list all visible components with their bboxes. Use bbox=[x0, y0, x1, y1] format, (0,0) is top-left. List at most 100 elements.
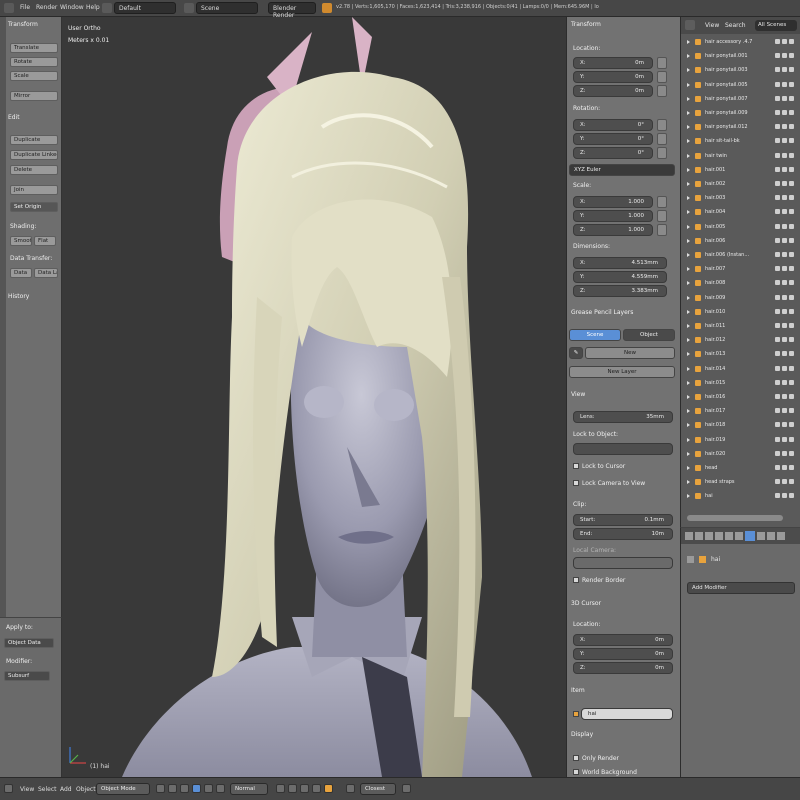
eye-icon[interactable] bbox=[775, 450, 780, 456]
expand-triangle-icon[interactable] bbox=[687, 153, 690, 158]
expand-triangle-icon[interactable] bbox=[687, 437, 690, 442]
visibility-toggles[interactable] bbox=[773, 252, 795, 258]
expand-triangle-icon[interactable] bbox=[687, 182, 690, 186]
camera-icon[interactable] bbox=[789, 223, 794, 229]
dimensions-x-field[interactable]: X: 4.513mm bbox=[573, 257, 667, 269]
visibility-toggles[interactable] bbox=[773, 67, 795, 73]
object-tab-icon[interactable] bbox=[725, 532, 733, 540]
eye-icon[interactable] bbox=[775, 95, 780, 101]
camera-icon[interactable] bbox=[789, 124, 794, 130]
eye-icon[interactable] bbox=[775, 294, 780, 300]
visibility-toggles[interactable] bbox=[773, 152, 795, 159]
eye-icon[interactable] bbox=[775, 53, 780, 59]
layers-tab-icon[interactable] bbox=[695, 532, 703, 540]
menu-view[interactable]: View bbox=[20, 786, 34, 793]
expand-triangle-icon[interactable] bbox=[687, 40, 690, 44]
visibility-toggles[interactable] bbox=[773, 110, 795, 116]
render-engine-select[interactable]: Blender Render bbox=[268, 2, 316, 19]
camera-icon[interactable] bbox=[789, 280, 794, 286]
mode-select[interactable]: Object Mode bbox=[96, 783, 150, 795]
layer-grid-icon[interactable] bbox=[276, 784, 285, 793]
dimensions-y-field[interactable]: Y: 4.559mm bbox=[573, 271, 667, 283]
lock-icon[interactable] bbox=[657, 57, 667, 69]
cursor-icon[interactable] bbox=[782, 209, 787, 215]
menu-object[interactable]: Object bbox=[76, 786, 96, 793]
cursor-icon[interactable] bbox=[782, 181, 787, 186]
outliner-row[interactable]: hair.007 bbox=[681, 264, 800, 274]
cursor-z-field[interactable]: Z: 0m bbox=[573, 662, 673, 674]
rotation-z-field[interactable]: Z: 0° bbox=[573, 147, 653, 159]
scale-x-field[interactable]: X: 1.000 bbox=[573, 196, 653, 208]
view-header[interactable]: View bbox=[571, 391, 585, 398]
scale-z-field[interactable]: Z: 1.000 bbox=[573, 224, 653, 236]
eye-icon[interactable] bbox=[775, 493, 780, 499]
outliner-row[interactable]: hair.017 bbox=[681, 406, 800, 416]
lock-icon[interactable] bbox=[657, 147, 667, 159]
camera-icon[interactable] bbox=[789, 266, 794, 272]
visibility-toggles[interactable] bbox=[773, 181, 795, 187]
expand-triangle-icon[interactable] bbox=[687, 68, 690, 73]
data-button[interactable]: Data bbox=[10, 268, 32, 278]
outliner-row[interactable]: head straps bbox=[681, 477, 800, 487]
expand-triangle-icon[interactable] bbox=[687, 423, 690, 428]
expand-triangle-icon[interactable] bbox=[687, 295, 690, 300]
expand-triangle-icon[interactable] bbox=[687, 96, 690, 101]
scale-manipulator-icon[interactable] bbox=[216, 784, 225, 793]
expand-triangle-icon[interactable] bbox=[687, 494, 690, 499]
outliner-row[interactable]: hair.014 bbox=[681, 364, 800, 374]
camera-icon[interactable] bbox=[789, 67, 794, 73]
visibility-toggles[interactable] bbox=[773, 394, 795, 400]
eye-icon[interactable] bbox=[775, 280, 780, 286]
camera-icon[interactable] bbox=[789, 294, 794, 300]
eye-icon[interactable] bbox=[775, 67, 780, 73]
expand-triangle-icon[interactable] bbox=[687, 253, 690, 257]
eye-icon[interactable] bbox=[775, 323, 780, 328]
duplicate-linked-button[interactable]: Duplicate Linked bbox=[10, 150, 58, 160]
eye-icon[interactable] bbox=[775, 223, 780, 229]
camera-icon[interactable] bbox=[789, 166, 794, 172]
3d-viewport[interactable]: User Ortho Meters x 0.01 (1) hai bbox=[62, 17, 566, 777]
visibility-toggles[interactable] bbox=[773, 237, 795, 244]
expand-triangle-icon[interactable] bbox=[687, 480, 690, 485]
cursor-icon[interactable] bbox=[782, 138, 787, 144]
lock-icon[interactable] bbox=[657, 71, 667, 83]
expand-triangle-icon[interactable] bbox=[687, 267, 690, 272]
visibility-toggles[interactable] bbox=[773, 138, 795, 144]
visibility-toggles[interactable] bbox=[773, 294, 795, 301]
menu-select[interactable]: Select bbox=[38, 786, 57, 793]
eye-icon[interactable] bbox=[775, 266, 780, 272]
rotation-mode-select[interactable]: XYZ Euler bbox=[569, 164, 675, 176]
join-button[interactable]: Join bbox=[10, 185, 58, 195]
outliner-row[interactable]: hair.011 bbox=[681, 321, 800, 331]
camera-icon[interactable] bbox=[789, 209, 794, 215]
pin-icon[interactable] bbox=[687, 556, 694, 563]
local-camera-field[interactable] bbox=[573, 557, 673, 569]
lock-icon[interactable] bbox=[657, 210, 667, 222]
outliner-row[interactable]: hair.020 bbox=[681, 449, 800, 459]
camera-icon[interactable] bbox=[789, 422, 794, 428]
lock-camera-checkbox[interactable] bbox=[573, 480, 579, 486]
cursor-icon[interactable] bbox=[782, 39, 787, 44]
outliner-row[interactable]: hair.009 bbox=[681, 293, 800, 303]
set-origin-select[interactable]: Set Origin bbox=[10, 202, 58, 212]
expand-triangle-icon[interactable] bbox=[687, 82, 690, 87]
layout-select[interactable]: Default bbox=[114, 2, 176, 14]
layer-grid-icon[interactable] bbox=[288, 784, 297, 793]
tab-scene[interactable]: Scene bbox=[569, 329, 621, 341]
cursor-icon[interactable] bbox=[782, 166, 787, 172]
manipulator-icon[interactable] bbox=[180, 784, 189, 793]
camera-icon[interactable] bbox=[789, 53, 794, 59]
3d-cursor-header[interactable]: 3D Cursor bbox=[571, 600, 601, 607]
cursor-icon[interactable] bbox=[782, 408, 787, 414]
visibility-toggles[interactable] bbox=[773, 81, 795, 88]
visibility-toggles[interactable] bbox=[773, 422, 795, 428]
rotation-x-field[interactable]: X: 0° bbox=[573, 119, 653, 131]
eye-icon[interactable] bbox=[775, 237, 780, 243]
outliner-row[interactable]: hair.010 bbox=[681, 307, 800, 317]
expand-triangle-icon[interactable] bbox=[687, 238, 690, 243]
translate-button[interactable]: Translate bbox=[10, 43, 58, 53]
dimensions-z-field[interactable]: Z: 3.383mm bbox=[573, 285, 667, 297]
eye-icon[interactable] bbox=[775, 422, 780, 428]
expand-triangle-icon[interactable] bbox=[687, 451, 690, 456]
expand-triangle-icon[interactable] bbox=[687, 139, 690, 144]
